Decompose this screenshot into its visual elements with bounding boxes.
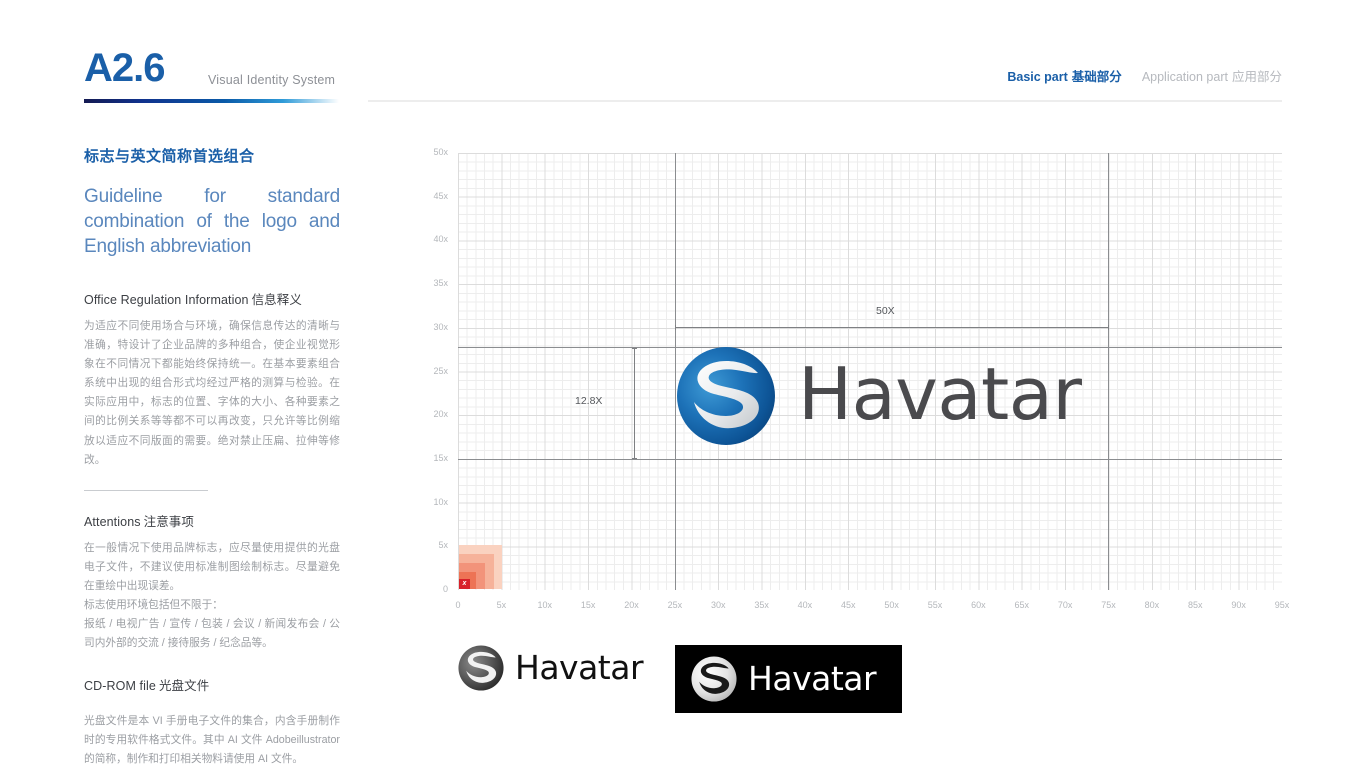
x-axis-tick-70x: 70x bbox=[1057, 600, 1073, 610]
wordmark-havatar-reversed: Havatar bbox=[748, 658, 877, 698]
page-code: A2.6 bbox=[84, 46, 165, 90]
y-axis-tick-30x: 30x bbox=[433, 321, 448, 332]
sidebar: 标志与英文简称首选组合 Guideline for standard combi… bbox=[84, 145, 340, 768]
x-axis-tick-75x: 75x bbox=[1101, 600, 1116, 610]
section-attentions: Attentions 注意事项 在一般情况下使用品牌标志，应尽量使用提供的光盘电子… bbox=[84, 511, 340, 653]
y-axis-tick-45x: 45x bbox=[433, 190, 448, 201]
section-office-regulation: Office Regulation Information 信息释义 为适应不同使… bbox=[84, 289, 340, 469]
dimension-label-50x: 50X bbox=[876, 305, 895, 317]
page-subtitle: Visual Identity System bbox=[208, 73, 336, 87]
section-heading-cn: 光盘文件 bbox=[158, 678, 210, 693]
havatar-sphere-mark bbox=[676, 346, 776, 446]
nav-item-application-part-cn: 应用部分 bbox=[1231, 70, 1282, 84]
sidebar-divider bbox=[84, 489, 208, 491]
guide-line-vertical-75x bbox=[1108, 153, 1110, 590]
y-axis-tick-35x: 35x bbox=[433, 278, 448, 289]
y-axis-tick-25x: 25x bbox=[433, 365, 448, 376]
sphere-icon-gray bbox=[458, 645, 504, 691]
section-body-line2: 标志使用环境包括但不限于： bbox=[84, 598, 223, 611]
section-cdrom-file: CD-ROM file 光盘文件 光盘文件是本 VI 手册电子文件的集合，内含手册… bbox=[84, 675, 340, 768]
section-nav: Basic part 基础部分 Application part 应用部分 bbox=[1007, 66, 1282, 85]
x-axis-tick-35x: 35x bbox=[754, 600, 769, 610]
dimension-line-50x bbox=[675, 327, 1109, 328]
x-axis-tick-25x: 25x bbox=[667, 600, 683, 610]
x-axis-tick-65x: 65x bbox=[1014, 600, 1030, 610]
logo-variant-grayscale-reversed: Havatar bbox=[675, 645, 903, 713]
x-axis-tick-40x: 40x bbox=[797, 600, 813, 610]
section-heading-en: Office Regulation Information bbox=[84, 293, 249, 308]
dimension-cap-left bbox=[675, 324, 676, 330]
sidebar-title-cn: 标志与英文简称首选组合 bbox=[84, 148, 255, 165]
x-axis-tick-95x: 95x bbox=[1274, 600, 1290, 610]
y-axis-tick-0: 0 bbox=[442, 584, 448, 594]
wordmark-havatar: Havatar bbox=[798, 352, 1082, 436]
dimension-cap-top bbox=[632, 348, 637, 349]
wordmark-havatar-positive: Havatar bbox=[515, 647, 644, 687]
header-gradient-rule bbox=[84, 99, 339, 103]
section-heading-cn: 信息释义 bbox=[251, 293, 302, 308]
dimension-line-12-8x bbox=[634, 348, 635, 459]
x-axis-tick-5x: 5x bbox=[496, 600, 507, 610]
logo-variants: Havatar Havatar bbox=[458, 645, 903, 713]
section-heading: CD-ROM file 光盘文件 bbox=[84, 675, 340, 694]
unit-badge-x: x bbox=[459, 579, 470, 589]
logo-lockup-primary: Havatar bbox=[676, 346, 1082, 446]
vi-manual-page: A2.6 Visual Identity System Basic part 基础… bbox=[0, 0, 1366, 768]
x-axis-tick-80x: 80x bbox=[1144, 600, 1160, 610]
nav-item-application-part[interactable]: Application part 应用部分 bbox=[1142, 66, 1282, 85]
section-heading: Attentions 注意事项 bbox=[84, 511, 340, 530]
section-body: 为适应不同使用场合与环境，确保信息传达的清晰与准确，特设计了企业品牌的多种组合，… bbox=[84, 320, 340, 466]
y-axis-tick-10x: 10x bbox=[433, 496, 448, 507]
sphere-icon bbox=[677, 347, 775, 445]
y-axis-tick-50x: 50x bbox=[433, 147, 448, 157]
x-axis-tick-15x: 15x bbox=[580, 600, 596, 610]
x-axis-tick-20x: 20x bbox=[624, 600, 639, 610]
y-axis-tick-15x: 15x bbox=[433, 452, 448, 463]
x-axis-tick-60x: 60x bbox=[971, 600, 986, 610]
section-heading: Office Regulation Information 信息释义 bbox=[84, 289, 340, 308]
section-heading-en: CD-ROM file bbox=[84, 678, 156, 693]
x-axis-tick-55x: 55x bbox=[927, 600, 943, 610]
section-body-line3: 报纸 / 电视广告 / 宣传 / 包装 / 会议 / 新闻发布会 / 公司内外部… bbox=[84, 617, 340, 649]
x-axis-tick-90x: 90x bbox=[1231, 600, 1246, 610]
section-body: 在一般情况下使用品牌标志，应尽量使用提供的光盘电子文件，不建议使用标准制图绘制标… bbox=[84, 541, 340, 592]
x-axis-tick-10x: 10x bbox=[537, 600, 552, 610]
section-heading-cn: 注意事项 bbox=[143, 514, 194, 529]
sidebar-title-en: Guideline for standard combination of th… bbox=[84, 186, 340, 258]
havatar-sphere-mark-reversed bbox=[691, 656, 737, 702]
dimension-cap-right bbox=[1108, 324, 1109, 330]
dimension-cap-bottom bbox=[632, 458, 637, 459]
sphere-icon-reversed bbox=[691, 656, 737, 702]
havatar-sphere-mark-gray bbox=[458, 645, 504, 691]
dimension-label-12-8x: 12.8X bbox=[575, 395, 603, 407]
x-axis-tick-0: 0 bbox=[455, 600, 461, 610]
x-axis-tick-45x: 45x bbox=[841, 600, 856, 610]
y-axis-tick-5x: 5x bbox=[438, 540, 448, 551]
nav-item-basic-part[interactable]: Basic part 基础部分 bbox=[1007, 66, 1121, 85]
x-axis-tick-50x: 50x bbox=[884, 600, 899, 610]
header-divider bbox=[368, 100, 1282, 102]
x-axis-tick-30x: 30x bbox=[710, 600, 726, 610]
nav-item-basic-part-cn: 基础部分 bbox=[1071, 70, 1122, 84]
logo-variant-grayscale-positive: Havatar bbox=[458, 645, 644, 691]
x-axis-tick-85x: 85x bbox=[1187, 600, 1203, 610]
nav-item-application-part-en: Application part bbox=[1141, 70, 1228, 84]
y-axis-tick-20x: 20x bbox=[433, 409, 448, 420]
nav-item-basic-part-en: Basic part bbox=[1007, 70, 1068, 84]
section-body: 光盘文件是本 VI 手册电子文件的集合，内含手册制作时的专用软件格式文件。其中 … bbox=[84, 714, 340, 765]
guide-line-horizontal-15x bbox=[458, 458, 1282, 460]
y-axis-tick-40x: 40x bbox=[433, 234, 448, 245]
section-heading-en: Attentions bbox=[84, 514, 141, 529]
